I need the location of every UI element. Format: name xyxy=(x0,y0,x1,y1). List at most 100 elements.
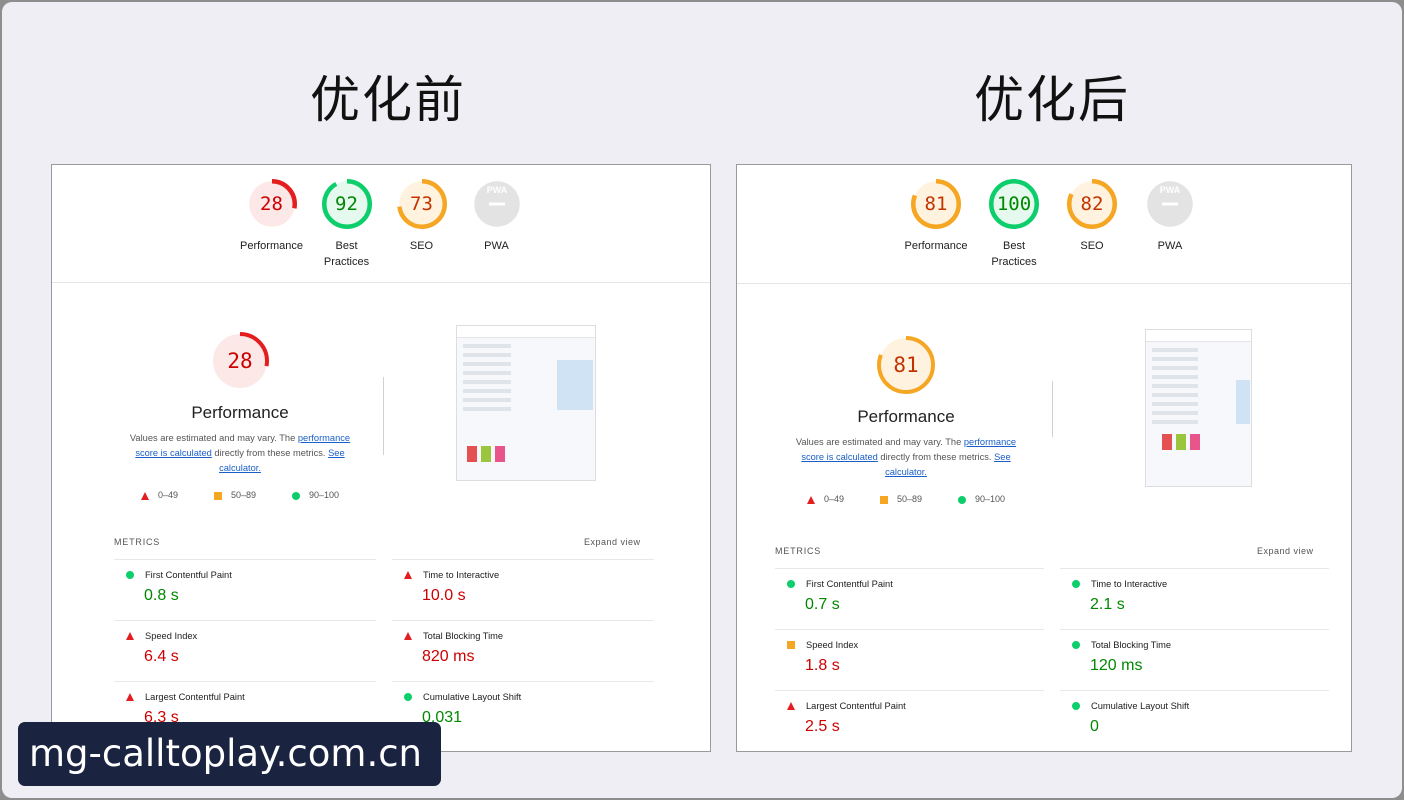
divider-vertical xyxy=(383,377,384,455)
fail-icon xyxy=(126,632,134,640)
metric-value: 2.5 s xyxy=(805,718,840,735)
pass-icon xyxy=(787,580,795,588)
na-dash-icon xyxy=(488,202,505,206)
watermark: mg-calltoplay.com.cn xyxy=(18,722,441,786)
metric-name: Speed Index xyxy=(787,640,1044,650)
metric-value: 0.031 xyxy=(422,709,463,726)
metric-value: 0 xyxy=(1090,718,1099,735)
metric-name: Largest Contentful Paint xyxy=(787,701,1044,711)
score-gauge: 28 xyxy=(210,331,270,391)
performance-summary: 28 Performance Values are estimated and … xyxy=(120,331,360,500)
metric-value: 10.0 s xyxy=(422,587,466,604)
score-legend: 0–49 50–89 90–100 xyxy=(786,494,1026,504)
metric-value: 2.1 s xyxy=(1090,596,1125,613)
gauge-best-practices[interactable]: 92 Best Practices xyxy=(309,178,384,270)
legend-pass: 90–100 xyxy=(309,490,340,500)
metric-name: Largest Contentful Paint xyxy=(126,692,376,702)
gauge-label: SEO xyxy=(1080,240,1104,252)
lighthouse-report-after: 81 Performance 100 Best Practices 82 SEO PW… xyxy=(736,164,1352,752)
performance-summary: 81 Performance Values are estimated and … xyxy=(786,335,1026,504)
metric-name: Total Blocking Time xyxy=(404,631,654,641)
score-gauge: 100 xyxy=(988,178,1040,230)
metric-item: Total Blocking Time 120 ms xyxy=(1060,629,1329,690)
score-value: 100 xyxy=(996,193,1032,215)
heading-before: 优化前 xyxy=(310,71,466,129)
gauge-performance[interactable]: 81 Performance xyxy=(897,178,975,270)
score-value: 28 xyxy=(260,193,283,215)
pass-icon xyxy=(1072,580,1080,588)
pass-icon xyxy=(1072,702,1080,710)
gauge-label: PWA xyxy=(1157,240,1183,252)
fail-icon xyxy=(404,571,412,579)
gauge-label: Best Practices xyxy=(991,240,1037,268)
pass-icon xyxy=(126,571,134,579)
metric-item: Time to Interactive 10.0 s xyxy=(392,559,654,620)
final-screenshot-thumbnail[interactable] xyxy=(1145,329,1252,487)
metric-value: 6.4 s xyxy=(144,648,179,665)
metrics-title: METRICS xyxy=(114,537,161,547)
gauge-label: Performance xyxy=(904,240,968,252)
divider-vertical xyxy=(1052,381,1053,437)
pass-icon xyxy=(958,495,966,504)
expand-view-toggle[interactable]: Expand view xyxy=(584,537,641,547)
metric-item: First Contentful Paint 0.8 s xyxy=(114,559,376,620)
score-value: 92 xyxy=(335,193,358,215)
score-ring: PWA xyxy=(473,181,520,227)
gauge-performance[interactable]: 28 Performance xyxy=(234,178,309,270)
score-ring: PWA xyxy=(1147,181,1193,227)
score-gauge: 82 xyxy=(1066,178,1118,230)
gauge-pwa[interactable]: PWA PWA xyxy=(459,178,534,270)
metric-name: Cumulative Layout Shift xyxy=(404,692,654,702)
metric-value: 120 ms xyxy=(1090,657,1143,674)
metric-item: Speed Index 6.4 s xyxy=(114,620,376,681)
score-gauge: 81 xyxy=(876,335,936,395)
slide: 优化前 优化后 28 Performance 92 Best Practices 7… xyxy=(2,2,1402,798)
metrics-grid: First Contentful Paint 0.8 s Time to Inter… xyxy=(114,559,654,742)
pass-icon xyxy=(404,693,412,701)
metric-item: Total Blocking Time 820 ms xyxy=(392,620,654,681)
legend-fail: 0–49 xyxy=(823,494,844,504)
average-icon xyxy=(787,641,795,649)
gauge-best-practices[interactable]: 100 Best Practices xyxy=(975,178,1053,270)
score-gauge: PWA xyxy=(1144,178,1196,230)
gauge-pwa[interactable]: PWA PWA xyxy=(1131,178,1209,270)
score-value: 81 xyxy=(924,193,948,215)
na-dash-icon xyxy=(1162,202,1178,206)
summary-description: Values are estimated and may vary. The p… xyxy=(129,433,351,473)
legend-average: 50–89 xyxy=(896,494,922,504)
metric-name: Total Blocking Time xyxy=(1072,640,1329,650)
gauge-label: Best Practices xyxy=(323,240,370,268)
metric-item: Largest Contentful Paint 2.5 s xyxy=(775,690,1044,751)
average-icon xyxy=(879,495,888,504)
summary-title: Performance xyxy=(857,407,955,426)
metric-name: Time to Interactive xyxy=(1072,579,1329,589)
final-screenshot-thumbnail[interactable] xyxy=(456,325,596,481)
expand-view-toggle[interactable]: Expand view xyxy=(1257,546,1314,556)
gauge-seo[interactable]: 82 SEO xyxy=(1053,178,1131,270)
metric-name: Time to Interactive xyxy=(404,570,654,580)
score-value: 81 xyxy=(893,353,919,377)
metric-name: First Contentful Paint xyxy=(787,579,1044,589)
summary-title: Performance xyxy=(191,403,289,422)
lighthouse-report-before: 28 Performance 92 Best Practices 73 SEO PWA… xyxy=(51,164,711,752)
gauge-seo[interactable]: 73 SEO xyxy=(384,178,459,270)
fail-icon xyxy=(404,632,412,640)
metrics-grid: First Contentful Paint 0.7 s Time to Inter… xyxy=(775,568,1329,751)
fail-icon xyxy=(787,702,795,710)
metric-value: 0.8 s xyxy=(144,587,179,604)
divider xyxy=(737,283,1351,284)
legend-pass: 90–100 xyxy=(975,494,1006,504)
average-icon xyxy=(213,491,222,500)
metric-item: First Contentful Paint 0.7 s xyxy=(775,568,1044,629)
pass-icon xyxy=(292,491,300,500)
legend-fail: 0–49 xyxy=(157,490,178,500)
pwa-icon: PWA xyxy=(1160,185,1181,195)
metric-item: Cumulative Layout Shift 0 xyxy=(1060,690,1329,751)
metrics-title: METRICS xyxy=(775,546,822,556)
metric-name: Speed Index xyxy=(126,631,376,641)
score-legend: 0–49 50–89 90–100 xyxy=(120,490,360,500)
legend-average: 50–89 xyxy=(230,490,256,500)
metric-value: 1.8 s xyxy=(805,657,840,674)
gauge-label: Performance xyxy=(240,240,303,252)
gauge-label: PWA xyxy=(484,240,509,252)
